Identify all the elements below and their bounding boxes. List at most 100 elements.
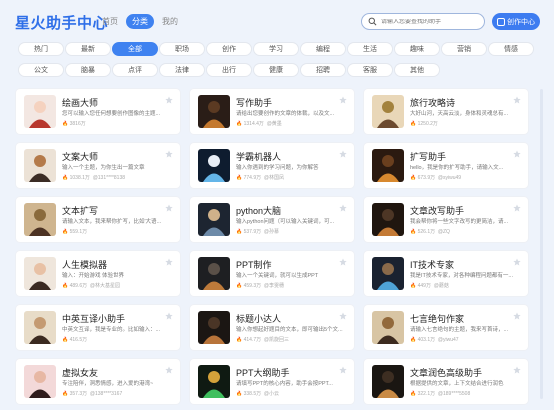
category-chip[interactable]: 最新: [65, 42, 111, 56]
assistant-description: 请输入文本，我来帮你扩写，比如'大语...: [62, 219, 162, 225]
category-chip[interactable]: 客服: [347, 63, 393, 77]
category-chip[interactable]: 编程: [300, 42, 346, 56]
assistant-card[interactable]: PPT大纲助手 请填写PPT的核心内容，助手会按PPT... 🔥 338.5万 @小…: [190, 359, 354, 404]
search-box[interactable]: [361, 13, 485, 30]
category-chip[interactable]: 招聘: [300, 63, 346, 77]
fire-icon: 🔥: [410, 391, 417, 397]
star-icon[interactable]: [165, 258, 173, 266]
assistant-card[interactable]: IT技术专家 我是IT技术专家，对各种编程问题都有一... 🔥 449万 @蘑菇: [364, 251, 528, 296]
assistant-title: 中英互译小助手: [62, 314, 126, 324]
star-icon[interactable]: [513, 312, 521, 320]
category-chip[interactable]: 学习: [253, 42, 299, 56]
star-icon[interactable]: [339, 258, 347, 266]
category-chip[interactable]: 出行: [206, 63, 252, 77]
view-count: 1250.2万: [417, 121, 438, 127]
star-icon[interactable]: [513, 150, 521, 158]
fire-icon: 🔥: [62, 121, 69, 127]
tab-category[interactable]: 分类: [126, 14, 154, 29]
assistant-card[interactable]: 写作助手 请给出您要创作的文章的体裁，以及文... 🔥 1314.4万 @黄墨: [190, 89, 354, 134]
assistant-meta: 🔥 416.5万: [62, 336, 90, 343]
category-chip[interactable]: 创作: [206, 42, 252, 56]
category-chip[interactable]: 法律: [159, 63, 205, 77]
star-icon[interactable]: [513, 204, 521, 212]
assistant-card[interactable]: 文章润色高级助手 根据提供的文章，上下文结合进行润色 🔥 322.1万 @189**…: [364, 359, 528, 404]
app-logo[interactable]: 星火助手中心: [15, 12, 108, 33]
view-count: 459.3万: [243, 283, 262, 289]
star-icon[interactable]: [339, 312, 347, 320]
category-chip[interactable]: 生活: [347, 42, 393, 56]
assistant-card[interactable]: 扩写助手 hello，我是你的扩写助手，请输入文... 🔥 673.9万 @syiw…: [364, 143, 528, 188]
star-icon[interactable]: [165, 96, 173, 104]
category-chip[interactable]: 其他: [394, 63, 440, 77]
assistant-card[interactable]: 虚拟女友 专注陪伴，洞悉情感，进入爱的港湾~ 🔥 357.3万 @138****31…: [16, 359, 180, 404]
category-chip[interactable]: 趣味: [394, 42, 440, 56]
author-name: @林大基星园: [89, 283, 120, 289]
fire-icon: 🔥: [410, 121, 417, 127]
search-input[interactable]: [381, 18, 481, 25]
view-count: 537.9万: [243, 229, 262, 235]
star-icon[interactable]: [339, 150, 347, 158]
category-chip[interactable]: 脑暴: [65, 63, 111, 77]
tab-home[interactable]: 首页: [96, 14, 124, 29]
assistant-avatar: [24, 257, 56, 290]
assistant-card[interactable]: 人生模拟器 输入：开始游戏 体验世界 🔥 489.6万 @林大基星园: [16, 251, 180, 296]
assistant-title: 旅行攻略诗: [410, 98, 456, 108]
assistant-card[interactable]: 七言绝句作家 请输入七言绝句的主题，我来写首诗，... 🔥 403.1万 @yiwu…: [364, 305, 528, 350]
star-icon[interactable]: [513, 96, 521, 104]
star-icon[interactable]: [513, 258, 521, 266]
assistant-meta: 🔥 774.9万 @林国凤: [236, 174, 284, 181]
category-chip[interactable]: 营销: [441, 42, 487, 56]
author-name: @凯旋回三: [263, 337, 289, 343]
category-chip[interactable]: 职场: [159, 42, 205, 56]
star-icon[interactable]: [165, 312, 173, 320]
assistant-card[interactable]: 绘画大师 您可以输入您任何想要创作图像的主题... 🔥 3816万: [16, 89, 180, 134]
assistant-description: 输入你想起好题目的文本，即可输出5个文...: [236, 327, 343, 333]
tab-mine[interactable]: 我的: [156, 14, 184, 29]
assistant-title: 人生模拟器: [62, 260, 108, 270]
star-icon[interactable]: [513, 366, 521, 374]
author-name: @孙慕: [263, 229, 279, 235]
star-icon[interactable]: [165, 204, 173, 212]
star-icon[interactable]: [339, 204, 347, 212]
author-name: @syiwu49: [437, 175, 462, 181]
category-chip[interactable]: 热门: [18, 42, 64, 56]
search-icon: [368, 17, 377, 26]
assistant-avatar: [24, 149, 56, 182]
scrollbar[interactable]: [540, 89, 543, 399]
assistant-title: 扩写助手: [410, 152, 447, 162]
assistant-card[interactable]: 学霸机器人 输入你遇到的学习问题，为你解答 🔥 774.9万 @林国凤: [190, 143, 354, 188]
assistant-card[interactable]: 文本扩写 请输入文本，我来帮你扩写，比如'大语... 🔥 559.1万: [16, 197, 180, 242]
assistant-card[interactable]: 中英互译小助手 中英文互译，我是专业的。比如输入：... 🔥 416.5万: [16, 305, 180, 350]
view-count: 559.1万: [69, 229, 88, 235]
create-center-button[interactable]: 创作中心: [492, 13, 540, 30]
assistant-meta: 🔥 489.6万 @林大基星园: [62, 282, 120, 289]
assistant-description: 请给出您要创作的文章的体裁，以及文...: [236, 111, 335, 117]
fire-icon: 🔥: [236, 121, 243, 127]
category-chip[interactable]: 全部: [112, 42, 158, 56]
star-icon[interactable]: [339, 96, 347, 104]
author-name: @李雯穗: [263, 283, 284, 289]
fire-icon: 🔥: [62, 283, 69, 289]
assistant-card[interactable]: 旅行攻略诗 大好山河，天高云淡，身体和灵魂总有... 🔥 1250.2万: [364, 89, 528, 134]
star-icon[interactable]: [165, 366, 173, 374]
view-count: 322.1万: [417, 391, 436, 397]
star-icon[interactable]: [165, 150, 173, 158]
category-chip[interactable]: 情感: [488, 42, 534, 56]
category-chip[interactable]: 公文: [18, 63, 64, 77]
category-chip[interactable]: 点评: [112, 63, 158, 77]
assistant-card[interactable]: 文案大师 输入一个主题，为你生出一篇文章 🔥 1038.1万 @131****813…: [16, 143, 180, 188]
assistant-avatar: [24, 203, 56, 236]
category-chip[interactable]: 健康: [253, 63, 299, 77]
view-count: 3816万: [69, 121, 86, 127]
star-icon[interactable]: [339, 366, 347, 374]
nav-tabs: 首页 分类 我的: [96, 14, 184, 29]
assistant-avatar: [198, 311, 230, 344]
assistant-card[interactable]: python大脑 输入python问题（可以输入关键词，可... 🔥 537.9万 …: [190, 197, 354, 242]
assistant-avatar: [198, 365, 230, 398]
assistant-card[interactable]: 文章改写助手 我会帮你将一些文字改写的更简洁，请... 🔥 526.1万 @ZQ: [364, 197, 528, 242]
assistant-card[interactable]: 标题小达人 输入你想起好题目的文本，即可输出5个文... 🔥 414.7万 @凯旋回…: [190, 305, 354, 350]
assistant-card[interactable]: PPT制作 输入一个关键词，就可以生成PPT 🔥 459.3万 @李雯穗: [190, 251, 354, 296]
assistant-description: 请填写PPT的核心内容，助手会按PPT...: [236, 381, 333, 387]
view-count: 774.9万: [243, 175, 262, 181]
author-name: @ZQ: [437, 229, 450, 235]
